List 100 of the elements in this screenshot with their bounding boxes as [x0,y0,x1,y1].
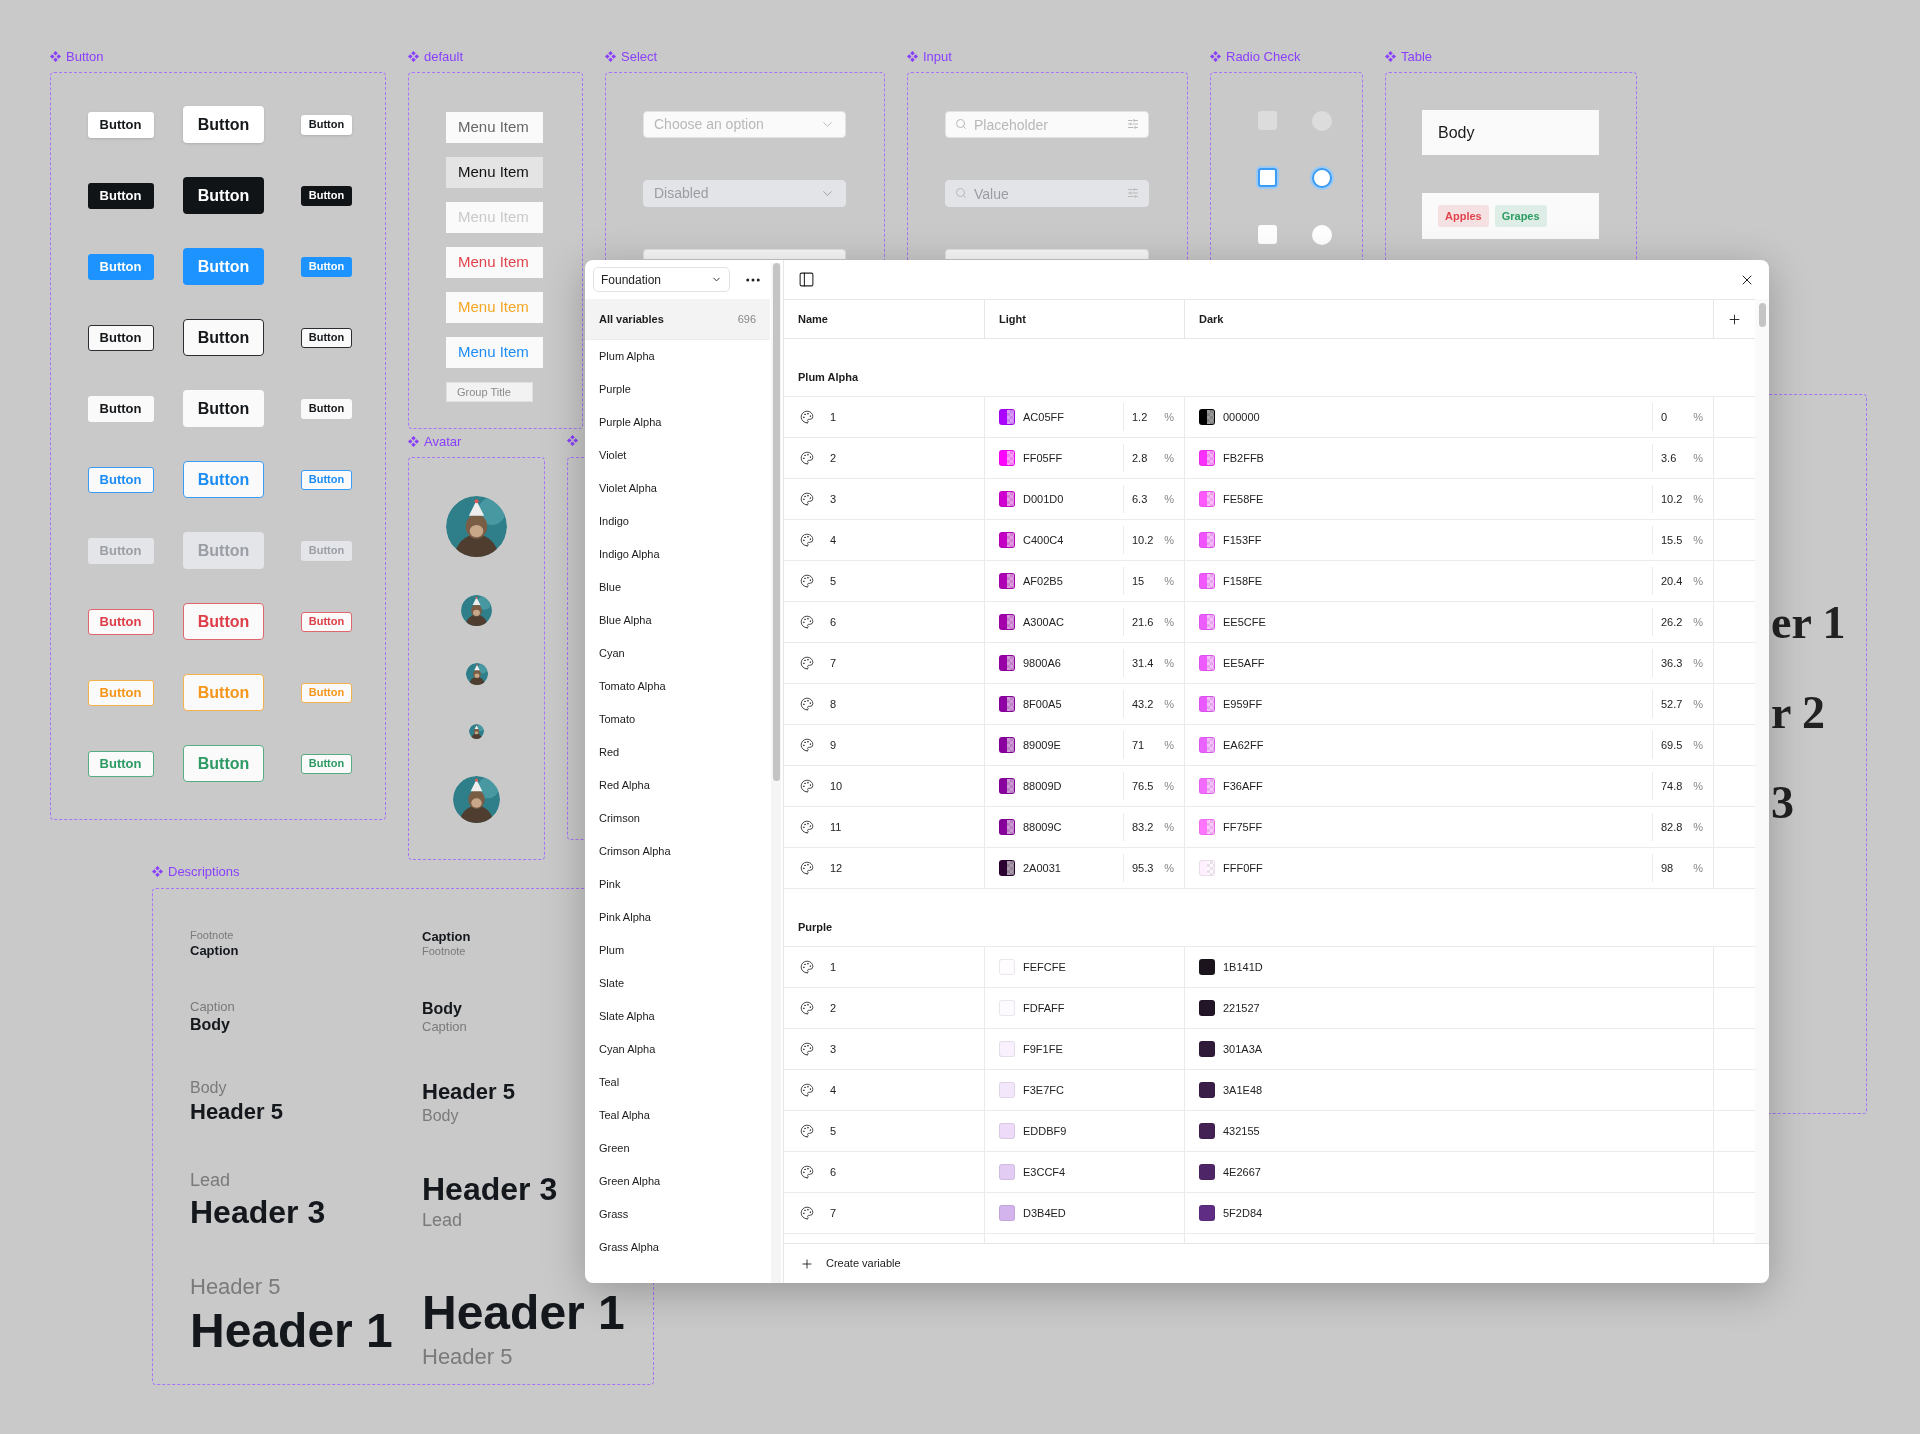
sidebar-item[interactable]: Purple [585,373,770,406]
alpha-value: 0 [1661,409,1668,425]
variable-name: 7 [830,1205,837,1221]
sidebar-item[interactable]: Tomato Alpha [585,670,770,703]
sidebar-item[interactable]: Blue [585,571,770,604]
select-field[interactable] [643,249,846,259]
sidebar-item[interactable]: Grass Alpha [585,1231,770,1264]
type-sample: Lead [422,1209,463,1232]
variable-name: 2 [830,1000,837,1016]
create-variable-button[interactable]: Create variable [784,1243,1769,1283]
sidebar-item[interactable]: Plum [585,934,770,967]
button[interactable]: Button [301,185,352,206]
palette-icon [800,451,814,465]
sidebar-item[interactable]: Pink [585,868,770,901]
column-header: Name [798,311,828,327]
sidebar-item[interactable]: Teal [585,1066,770,1099]
checkbox[interactable] [1258,168,1277,187]
sidebar-item[interactable]: Slate Alpha [585,1000,770,1033]
button[interactable]: Button [301,327,352,348]
sidebar-toggle-icon[interactable] [798,271,815,288]
percent-sign: % [1164,860,1174,876]
hex-value: E3CCF4 [1023,1164,1066,1180]
sidebar-item[interactable]: Purple Alpha [585,406,770,439]
button[interactable]: Button [301,114,352,135]
frame-label: Select [621,50,658,63]
menu-item[interactable]: Menu Item [446,112,543,143]
button[interactable]: Button [87,111,154,138]
scrollbar-thumb[interactable] [1758,303,1766,327]
sidebar-item[interactable]: Grass [585,1198,770,1231]
alpha-value: 71 [1132,737,1145,753]
button[interactable]: Button [183,106,264,143]
checkbox[interactable] [1258,225,1277,244]
collection-dropdown[interactable]: Foundation [593,267,730,292]
sidebar-item[interactable]: Tomato [585,703,770,736]
hex-value: EDDBF9 [1023,1123,1067,1139]
sidebar-item[interactable]: Red Alpha [585,769,770,802]
radio-button[interactable] [1312,167,1332,188]
component-icon [567,435,578,446]
menu-item[interactable]: Menu Item [446,157,543,188]
percent-sign: % [1693,532,1703,548]
variable-name: 5 [830,573,837,589]
palette-icon [800,1042,814,1056]
sidebar-item[interactable]: Plum Alpha [585,340,770,373]
hex-value: FB2FFB [1223,450,1264,466]
hex-value: AC05FF [1023,409,1064,425]
sidebar-item[interactable]: Violet Alpha [585,472,770,505]
percent-sign: % [1693,573,1703,589]
search-field[interactable] [945,249,1149,259]
hex-value: A300AC [1023,614,1064,630]
button[interactable]: Button [87,395,154,422]
button[interactable]: Button [183,177,264,214]
hex-value: 4E2667 [1223,1164,1261,1180]
sidebar-item[interactable]: Cyan [585,637,770,670]
button[interactable]: Button [301,611,352,632]
component-icon [152,866,163,877]
sidebar-item[interactable]: Violet [585,439,770,472]
hex-value: C400C4 [1023,532,1064,548]
type-sample: Footnote [190,929,234,943]
radio-button[interactable] [1312,224,1332,245]
button[interactable]: Button [87,608,154,635]
sidebar-item[interactable]: Green Alpha [585,1165,770,1198]
palette-icon [800,574,814,588]
plus-icon[interactable] [1727,311,1742,327]
hex-value: F158FE [1223,573,1263,589]
sidebar-item[interactable]: Teal Alpha [585,1099,770,1132]
percent-sign: % [1693,819,1703,835]
palette-icon [800,1083,814,1097]
hex-value: 301A3A [1223,1041,1263,1057]
button[interactable]: Button [183,603,264,640]
alpha-value: 21.6 [1132,614,1154,630]
menu-item[interactable]: Menu Item [446,247,543,278]
sidebar-item[interactable]: All variables 696 [585,299,770,339]
sidebar-item[interactable]: Crimson [585,802,770,835]
type-sample: Header 5 [422,1078,515,1106]
search-field[interactable]: Placeholder [945,111,1149,138]
percent-sign: % [1164,696,1174,712]
hex-value: F9F1FE [1023,1041,1063,1057]
sidebar-item[interactable]: Slate [585,967,770,1000]
type-sample: Body [190,1078,227,1098]
palette-icon [800,492,814,506]
frame-label: Button [66,50,104,63]
sidebar-item[interactable]: Indigo Alpha [585,538,770,571]
sidebar-item[interactable]: Red [585,736,770,769]
sidebar-item[interactable]: Indigo [585,505,770,538]
button[interactable]: Button [183,390,264,427]
sidebar-item[interactable]: Cyan Alpha [585,1033,770,1066]
percent-sign: % [1693,409,1703,425]
sidebar-item[interactable]: Pink Alpha [585,901,770,934]
frame-label: Input [923,50,952,63]
scrollbar-thumb[interactable] [772,263,780,781]
button[interactable]: Button [87,324,154,351]
button[interactable]: Button [87,182,154,209]
sidebar-item[interactable]: Blue Alpha [585,604,770,637]
tag: Grapes [1494,204,1547,228]
button[interactable]: Button [301,398,352,419]
hex-value: F3E7FC [1023,1082,1064,1098]
percent-sign: % [1164,655,1174,671]
sidebar-item[interactable]: Green [585,1132,770,1165]
sidebar-item[interactable]: Crimson Alpha [585,835,770,868]
button[interactable]: Button [183,319,264,356]
